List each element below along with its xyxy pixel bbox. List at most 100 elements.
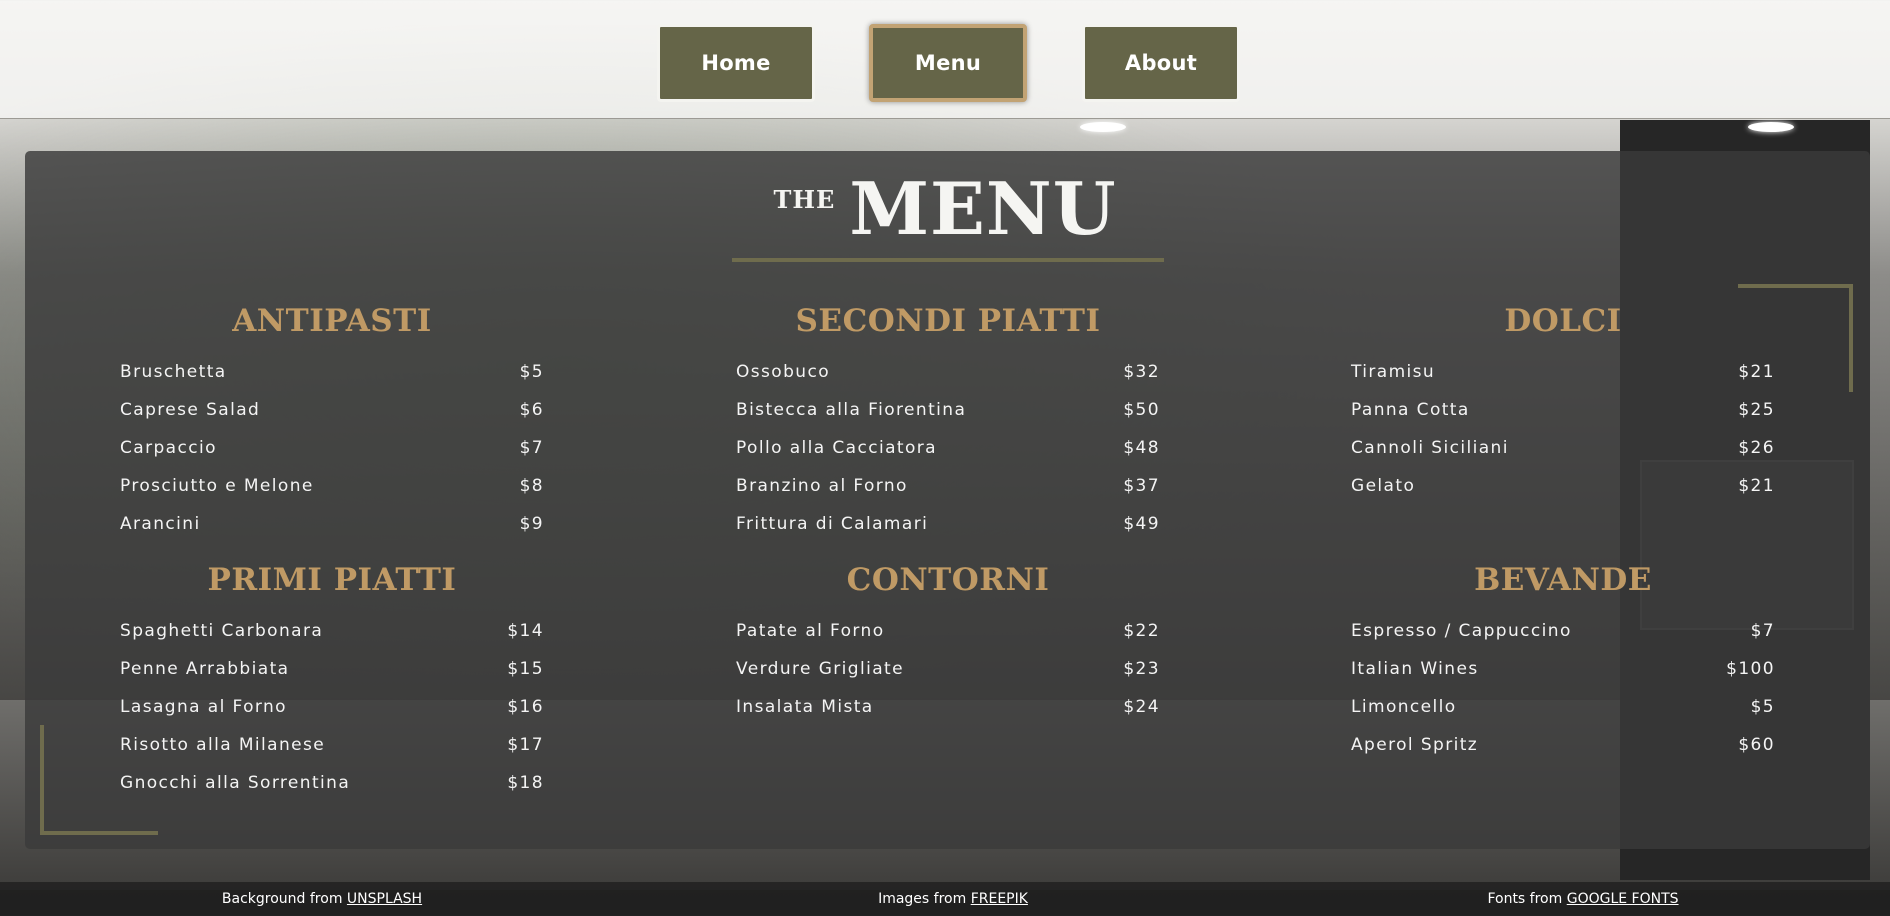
menu-item: Verdure Grigliate $23 <box>736 650 1160 688</box>
footer-credit-fonts: Fonts from GOOGLE FONTS <box>1268 882 1890 916</box>
menu-item: Pollo alla Cacciatora $48 <box>736 429 1160 467</box>
menu-item-name: Limoncello <box>1351 697 1457 717</box>
menu-item-price: $48 <box>1123 438 1160 458</box>
menu-item: Insalata Mista $24 <box>736 688 1160 726</box>
menu-item-name: Gelato <box>1351 476 1416 496</box>
footer-text: Fonts from <box>1487 891 1567 907</box>
section-title: ANTIPASTI <box>232 303 432 339</box>
section-title: SECONDI PIATTI <box>795 303 1101 339</box>
menu-item: Spaghetti Carbonara $14 <box>120 612 544 650</box>
section-title: BEVANDE <box>1474 562 1652 598</box>
menu-item-name: Bistecca alla Fiorentina <box>736 400 967 420</box>
menu-item: Tiramisu $21 <box>1351 353 1775 391</box>
section-title: DOLCI <box>1504 303 1622 339</box>
menu-item-name: Patate al Forno <box>736 621 885 641</box>
menu-item-name: Ossobuco <box>736 362 831 382</box>
menu-item-price: $21 <box>1738 362 1775 382</box>
menu-item-name: Prosciutto e Melone <box>120 476 314 496</box>
section-title: CONTORNI <box>846 562 1050 598</box>
menu-item-price: $22 <box>1123 621 1160 641</box>
menu-item: Limoncello $5 <box>1351 688 1775 726</box>
menu-item-price: $5 <box>519 362 544 382</box>
menu-item-name: Pollo alla Cacciatora <box>736 438 937 458</box>
menu-item: Bistecca alla Fiorentina $50 <box>736 391 1160 429</box>
menu-item: Frittura di Calamari $49 <box>736 505 1160 543</box>
menu-item-name: Spaghetti Carbonara <box>120 621 324 641</box>
footer-text: Background from <box>221 891 347 907</box>
footer-credit-background: Background from UNSPLASH <box>7 882 637 916</box>
section-contorni: CONTORNI Patate al Forno $22 Verdure Grig… <box>736 560 1160 726</box>
menu-item-name: Insalata Mista <box>736 697 874 717</box>
menu-item-price: $24 <box>1123 697 1160 717</box>
nav-menu-button[interactable]: Menu <box>869 24 1027 102</box>
google-fonts-link[interactable]: GOOGLE FONTS <box>1567 891 1679 907</box>
menu-item: Arancini $9 <box>120 505 544 543</box>
menu-item-name: Carpaccio <box>120 438 217 458</box>
footer: Background from UNSPLASH Images from FRE… <box>0 882 1890 916</box>
menu-item-price: $17 <box>507 735 544 755</box>
menu-item: Ossobuco $32 <box>736 353 1160 391</box>
menu-item-price: $9 <box>519 514 544 534</box>
menu-item-name: Bruschetta <box>120 362 227 382</box>
menu-item-name: Lasagna al Forno <box>120 697 287 717</box>
menu-item-name: Gnocchi alla Sorrentina <box>120 773 351 793</box>
menu-item-price: $25 <box>1738 400 1775 420</box>
menu-item: Gelato $21 <box>1351 467 1775 505</box>
menu-item: Patate al Forno $22 <box>736 612 1160 650</box>
menu-item-name: Caprese Salad <box>120 400 261 420</box>
menu-item-price: $15 <box>507 659 544 679</box>
menu-item-name: Risotto alla Milanese <box>120 735 326 755</box>
section-antipasti: ANTIPASTI Bruschetta $5 Caprese Salad $6 C… <box>120 301 544 543</box>
menu-item-price: $50 <box>1123 400 1160 420</box>
menu-item: Branzino al Forno $37 <box>736 467 1160 505</box>
section-primi-piatti: PRIMI PIATTI Spaghetti Carbonara $14 Penn… <box>120 560 544 802</box>
menu-item-name: Frittura di Calamari <box>736 514 929 534</box>
menu-item: Carpaccio $7 <box>120 429 544 467</box>
menu-item-price: $18 <box>507 773 544 793</box>
menu-item-price: $14 <box>507 621 544 641</box>
menu-item-price: $23 <box>1123 659 1160 679</box>
unsplash-link[interactable]: UNSPLASH <box>347 891 422 907</box>
menu-item: Aperol Spritz $60 <box>1351 726 1775 764</box>
menu-item-price: $16 <box>507 697 544 717</box>
menu-item-name: Cannoli Siciliani <box>1351 438 1509 458</box>
section-title: PRIMI PIATTI <box>207 562 457 598</box>
menu-item: Risotto alla Milanese $17 <box>120 726 544 764</box>
menu-item-price: $7 <box>519 438 544 458</box>
ceiling-light <box>1080 122 1126 132</box>
menu-item-price: $60 <box>1738 735 1775 755</box>
page-title-prefix: THE <box>773 185 836 214</box>
menu-item-price: $7 <box>1750 621 1775 641</box>
menu-item-name: Espresso / Cappuccino <box>1351 621 1572 641</box>
ceiling-light <box>1748 122 1794 132</box>
page-title: THE MENU <box>0 166 1890 251</box>
menu-item: Bruschetta $5 <box>120 353 544 391</box>
menu-item-name: Penne Arrabbiata <box>120 659 290 679</box>
menu-item-price: $5 <box>1750 697 1775 717</box>
menu-item-name: Arancini <box>120 514 201 534</box>
menu-item-name: Branzino al Forno <box>736 476 908 496</box>
menu-item-name: Italian Wines <box>1351 659 1479 679</box>
freepik-link[interactable]: FREEPIK <box>971 891 1028 907</box>
page-title-main: MENU <box>849 166 1117 251</box>
section-dolci: DOLCI Tiramisu $21 Panna Cotta $25 Cannoli… <box>1351 301 1775 505</box>
section-bevande: BEVANDE Espresso / Cappuccino $7 Italian … <box>1351 560 1775 764</box>
title-divider <box>732 258 1164 262</box>
menu-item-name: Tiramisu <box>1351 362 1436 382</box>
menu-item-name: Aperol Spritz <box>1351 735 1479 755</box>
menu-item-name: Panna Cotta <box>1351 400 1470 420</box>
menu-item: Gnocchi alla Sorrentina $18 <box>120 764 544 802</box>
nav-home-button[interactable]: Home <box>657 24 815 102</box>
menu-item-price: $21 <box>1738 476 1775 496</box>
menu-item-price: $8 <box>519 476 544 496</box>
menu-item: Penne Arrabbiata $15 <box>120 650 544 688</box>
menu-item-price: $26 <box>1738 438 1775 458</box>
section-secondi-piatti: SECONDI PIATTI Ossobuco $32 Bistecca alla… <box>736 301 1160 543</box>
menu-item: Prosciutto e Melone $8 <box>120 467 544 505</box>
nav-about-button[interactable]: About <box>1082 24 1240 102</box>
menu-item-price: $37 <box>1123 476 1160 496</box>
menu-item-price: $32 <box>1123 362 1160 382</box>
menu-item-price: $100 <box>1726 659 1775 679</box>
menu-item: Italian Wines $100 <box>1351 650 1775 688</box>
menu-item: Panna Cotta $25 <box>1351 391 1775 429</box>
